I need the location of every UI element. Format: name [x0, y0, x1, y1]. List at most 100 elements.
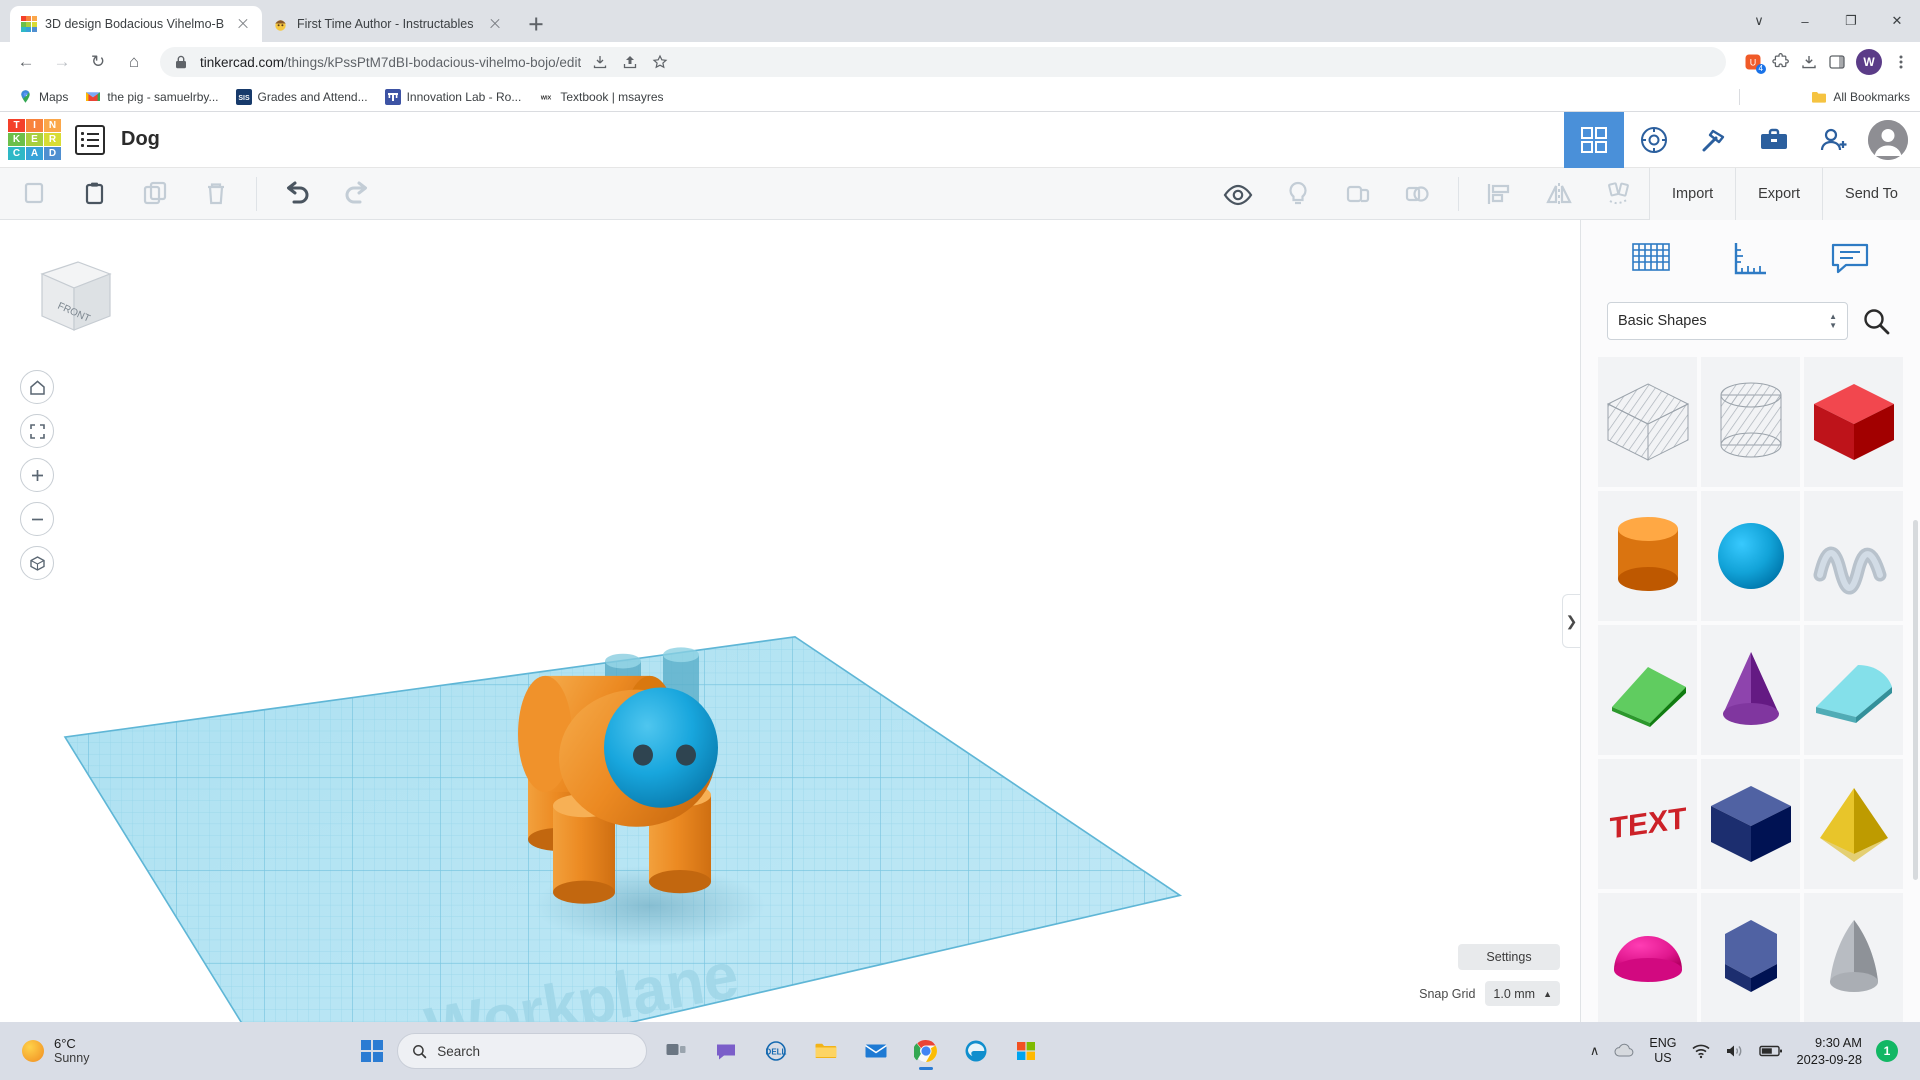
profile-avatar[interactable]: W	[1856, 49, 1882, 75]
address-bar[interactable]: tinkercad.com/things/kPssPtM7dBI-bodacio…	[160, 47, 1726, 77]
box-hole-shape[interactable]	[1597, 356, 1698, 488]
tinkercad-icon	[20, 16, 37, 33]
download-icon[interactable]	[591, 53, 609, 71]
sphere-shape[interactable]	[1700, 490, 1801, 622]
notification-badge[interactable]: 1	[1876, 1040, 1898, 1062]
3d-canvas[interactable]: Workplane	[0, 220, 1580, 1022]
start-button[interactable]	[361, 1040, 384, 1063]
text-shape[interactable]: TEXT	[1597, 758, 1698, 890]
chrome-browser-window: 3D design Bodacious Vihelmo-B First Time…	[0, 0, 1920, 1080]
taskbar-search[interactable]: Search	[397, 1033, 647, 1069]
grid-blocks-icon[interactable]	[1564, 112, 1624, 168]
snap-grid-label: Snap Grid	[1419, 987, 1475, 1001]
search-icon[interactable]	[1858, 303, 1894, 339]
volume-icon[interactable]	[1725, 1043, 1745, 1059]
edge-icon[interactable]	[955, 1030, 997, 1072]
browser-toolbar-right: U 4 W	[1736, 49, 1910, 75]
wifi-icon[interactable]	[1691, 1043, 1711, 1059]
downloads-tray-icon[interactable]	[1800, 53, 1818, 71]
paste-icon[interactable]	[66, 168, 126, 220]
bookmark-grades[interactable]: SIS Grades and Attend...	[229, 86, 375, 108]
new-tab-button[interactable]	[522, 10, 550, 38]
bookmark-maps[interactable]: Maps	[10, 86, 75, 108]
list-menu-icon[interactable]	[75, 125, 105, 155]
battery-icon[interactable]	[1759, 1044, 1783, 1058]
back-button[interactable]: ←	[10, 46, 42, 78]
invite-person-icon[interactable]	[1804, 112, 1864, 168]
page-title[interactable]: Dog	[121, 128, 160, 151]
chrome-menu-icon[interactable]	[1892, 53, 1910, 71]
chrome-icon[interactable]	[905, 1030, 947, 1072]
snap-grid-value[interactable]: 1.0 mm ▲	[1485, 981, 1560, 1006]
notes-tab[interactable]	[1822, 230, 1878, 286]
taskview-icon[interactable]	[655, 1030, 697, 1072]
scribble-shape[interactable]	[1803, 490, 1904, 622]
close-icon[interactable]	[486, 15, 504, 33]
import-button[interactable]: Import	[1649, 168, 1735, 220]
maximize-button[interactable]: ❐	[1828, 0, 1874, 42]
store-icon[interactable]	[1005, 1030, 1047, 1072]
home-button[interactable]: ⌂	[118, 46, 150, 78]
undo-icon[interactable]	[267, 168, 327, 220]
logo-tile-n: N	[44, 119, 61, 132]
cloud-icon[interactable]	[1613, 1043, 1635, 1059]
all-bookmarks-button[interactable]: All Bookmarks	[1811, 89, 1910, 105]
bookmark-textbook[interactable]: WIX Textbook | msayres	[531, 86, 670, 108]
cylinder-hole-shape[interactable]	[1700, 356, 1801, 488]
file-explorer-icon[interactable]	[805, 1030, 847, 1072]
ruler-tab[interactable]	[1722, 230, 1778, 286]
extension-puzzle-icon[interactable]	[1772, 53, 1790, 71]
wedge-shape[interactable]	[1597, 624, 1698, 756]
export-button[interactable]: Export	[1735, 168, 1822, 220]
simulate-hammer-icon[interactable]	[1684, 112, 1744, 168]
cone-shape[interactable]	[1700, 624, 1801, 756]
tinkercad-logo[interactable]: TINKERCAD	[8, 119, 61, 160]
orthographic-toggle-button[interactable]	[20, 546, 54, 580]
reload-button[interactable]: ↻	[82, 46, 114, 78]
chevron-up-icon: ▲	[1543, 989, 1552, 999]
box-shape[interactable]	[1803, 356, 1904, 488]
taskbar-clock[interactable]: 9:30 AM 2023-09-28	[1797, 1034, 1862, 1068]
cylinder-shape[interactable]	[1597, 490, 1698, 622]
chevron-down-icon[interactable]: ∨	[1736, 0, 1782, 42]
paraboloid-shape[interactable]	[1803, 892, 1904, 1022]
panel-scrollbar[interactable]	[1913, 520, 1918, 880]
halfsphere-shape[interactable]	[1597, 892, 1698, 1022]
zoom-in-button[interactable]	[20, 458, 54, 492]
language-indicator[interactable]: ENG US	[1649, 1036, 1676, 1066]
zoom-out-button[interactable]	[20, 502, 54, 536]
box-blue-shape[interactable]	[1700, 758, 1801, 890]
shapes-tab[interactable]	[1623, 230, 1679, 286]
settings-button[interactable]: Settings	[1458, 944, 1560, 970]
shape-category-select[interactable]: Basic Shapes ▲▼	[1607, 302, 1848, 340]
close-window-button[interactable]: ✕	[1874, 0, 1920, 42]
minimize-button[interactable]: –	[1782, 0, 1828, 42]
browser-tab-tinkercad[interactable]: 3D design Bodacious Vihelmo-B	[10, 6, 262, 42]
mail-icon[interactable]	[855, 1030, 897, 1072]
pyramid-shape[interactable]	[1803, 758, 1904, 890]
side-panel-icon[interactable]	[1828, 53, 1846, 71]
panel-collapse-toggle[interactable]: ❯	[1562, 594, 1580, 648]
home-view-button[interactable]	[20, 370, 54, 404]
browser-tab-instructables[interactable]: First Time Author - Instructables	[262, 6, 514, 42]
dell-icon[interactable]: DELL	[755, 1030, 797, 1072]
bookmark-innovation-lab[interactable]: Innovation Lab - Ro...	[378, 86, 529, 108]
extension-orange-icon[interactable]: U 4	[1744, 53, 1762, 71]
view-cube[interactable]: FRONT	[30, 248, 120, 343]
close-icon[interactable]	[234, 15, 252, 33]
bookmark-star-icon[interactable]	[651, 53, 669, 71]
tray-chevron-up-icon[interactable]: ∧	[1590, 1043, 1600, 1059]
bookmark-the-pig[interactable]: the pig - samuelrby...	[78, 86, 225, 108]
fit-to-view-button[interactable]	[20, 414, 54, 448]
teams-chat-icon[interactable]	[705, 1030, 747, 1072]
weather-widget[interactable]: 6°C Sunny	[8, 1036, 89, 1066]
share-icon[interactable]	[621, 53, 639, 71]
codeblocks-icon[interactable]	[1624, 112, 1684, 168]
show-hide-eye-icon[interactable]	[1208, 168, 1268, 220]
send-to-button[interactable]: Send To	[1822, 168, 1920, 220]
polygon-shape[interactable]	[1700, 892, 1801, 1022]
roof-shape[interactable]	[1803, 624, 1904, 756]
tab-title: 3D design Bodacious Vihelmo-B	[45, 17, 226, 31]
briefcase-gallery-icon[interactable]	[1744, 112, 1804, 168]
user-avatar-icon[interactable]	[1868, 120, 1908, 160]
